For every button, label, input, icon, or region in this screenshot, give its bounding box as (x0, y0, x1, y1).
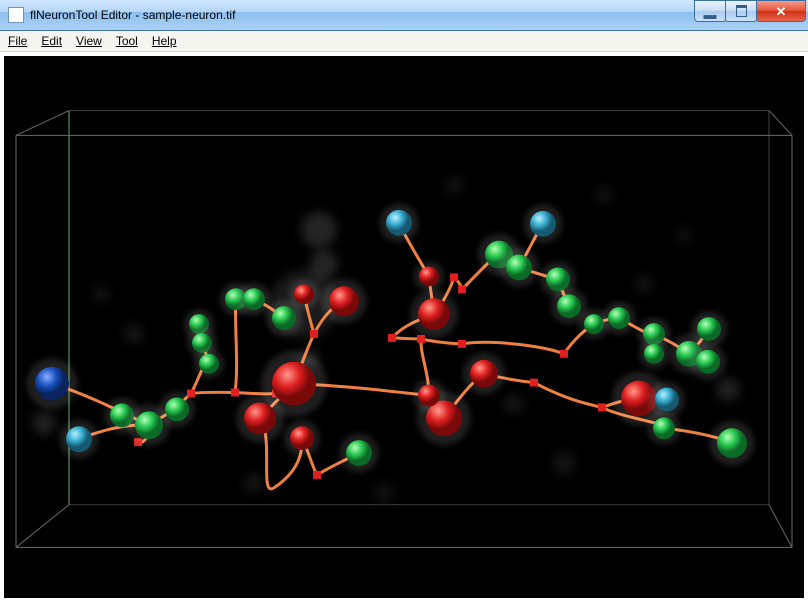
node-sphere[interactable] (199, 354, 219, 374)
scene-svg (4, 56, 804, 598)
node-sphere[interactable] (653, 417, 675, 439)
node-sphere[interactable] (346, 440, 372, 466)
menu-help[interactable]: Help (152, 34, 177, 48)
titlebar[interactable]: flNeuronTool Editor - sample-neuron.tif … (0, 0, 808, 31)
menubar: File Edit View Tool Help (0, 31, 808, 52)
app-window: flNeuronTool Editor - sample-neuron.tif … (0, 0, 808, 602)
node-sphere[interactable] (644, 344, 664, 364)
node-sphere[interactable] (557, 294, 581, 318)
node-sphere[interactable] (506, 255, 532, 281)
neuron-traces (52, 223, 732, 489)
close-button[interactable]: ✕ (756, 0, 806, 22)
app-icon (8, 7, 24, 23)
node-sphere[interactable] (66, 426, 92, 452)
menu-tool[interactable]: Tool (116, 34, 138, 48)
node-sphere[interactable] (608, 307, 630, 329)
menu-view[interactable]: View (76, 34, 102, 48)
minimize-button[interactable]: ▬ (694, 0, 726, 22)
node-sphere[interactable] (386, 210, 412, 236)
minimize-icon: ▬ (704, 8, 717, 21)
node-sphere[interactable] (546, 267, 570, 291)
viewport-container (0, 52, 808, 602)
node-sphere[interactable] (470, 360, 498, 388)
node-sphere[interactable] (717, 428, 747, 458)
node-sphere[interactable] (530, 211, 556, 237)
menu-file[interactable]: File (8, 34, 27, 48)
window-title: flNeuronTool Editor - sample-neuron.tif (30, 0, 235, 30)
node-sphere[interactable] (290, 426, 314, 450)
node-sphere[interactable] (696, 350, 720, 374)
node-sphere[interactable] (329, 286, 359, 316)
node-sphere[interactable] (655, 388, 679, 412)
node-sphere[interactable] (135, 411, 163, 439)
node-sphere[interactable] (584, 314, 604, 334)
node-sphere[interactable] (272, 306, 296, 330)
close-icon: ✕ (776, 5, 787, 18)
node-sphere[interactable] (35, 367, 69, 401)
menu-edit[interactable]: Edit (41, 34, 62, 48)
node-sphere[interactable] (419, 266, 439, 286)
node-sphere[interactable] (294, 284, 314, 304)
node-sphere[interactable] (243, 288, 265, 310)
maximize-button[interactable] (725, 0, 757, 22)
maximize-icon (736, 5, 747, 17)
node-sphere[interactable] (418, 385, 440, 407)
node-sphere[interactable] (165, 397, 189, 421)
node-sphere[interactable] (244, 402, 276, 434)
node-sphere[interactable] (697, 317, 721, 341)
window-controls: ▬ ✕ (695, 0, 806, 22)
node-sphere[interactable] (418, 298, 450, 330)
node-sphere[interactable] (272, 362, 316, 406)
viewport-3d[interactable] (4, 56, 804, 598)
